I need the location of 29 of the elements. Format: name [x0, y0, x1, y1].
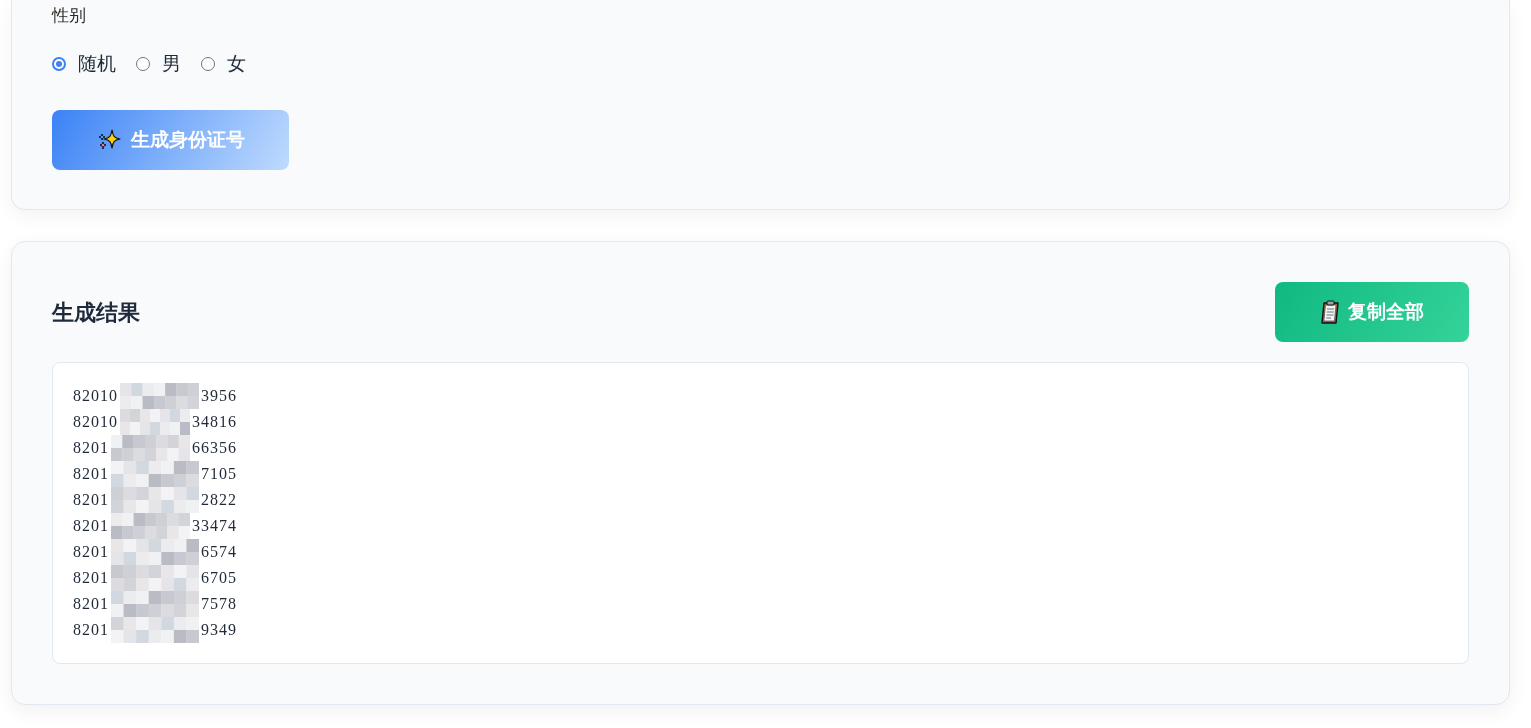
id-number-start: 8201	[73, 568, 109, 588]
id-number-start: 82010	[73, 386, 118, 406]
id-number-start: 8201	[73, 620, 109, 640]
id-number-end: 6705	[201, 568, 237, 588]
pixelation-mask	[120, 409, 190, 435]
id-number-end: 3956	[201, 386, 237, 406]
id-number-end: 34816	[192, 412, 237, 432]
clipboard-icon	[1320, 300, 1340, 324]
id-number-start: 8201	[73, 516, 109, 536]
id-number-end: 66356	[192, 438, 237, 458]
gender-radio-option[interactable]: 男	[136, 52, 181, 76]
id-number-end: 33474	[192, 516, 237, 536]
id-number-end: 6574	[201, 542, 237, 562]
id-number-start: 8201	[73, 464, 109, 484]
id-number-end: 7578	[201, 594, 237, 614]
id-number-start: 8201	[73, 438, 109, 458]
gender-label: 性别	[52, 5, 86, 27]
sparkles-icon	[96, 129, 121, 151]
id-number-end: 7105	[201, 464, 237, 484]
gender-radio-option[interactable]: 女	[201, 52, 246, 76]
results-title: 生成结果	[52, 298, 140, 327]
gender-radio-option[interactable]: 随机	[52, 52, 116, 76]
id-number-start: 8201	[73, 594, 109, 614]
id-number-end: 2822	[201, 490, 237, 510]
id-number-start: 8201	[73, 490, 109, 510]
id-number-start: 82010	[73, 412, 118, 432]
id-number-end: 9349	[201, 620, 237, 640]
id-number-start: 8201	[73, 542, 109, 562]
results-output-field[interactable]: 82010 3956 82010 34816 8201 66356 8201 7105 8201 2822 8201 33474 8201 6574 8201 6705 8201 7578 8201 9349	[52, 362, 1469, 664]
